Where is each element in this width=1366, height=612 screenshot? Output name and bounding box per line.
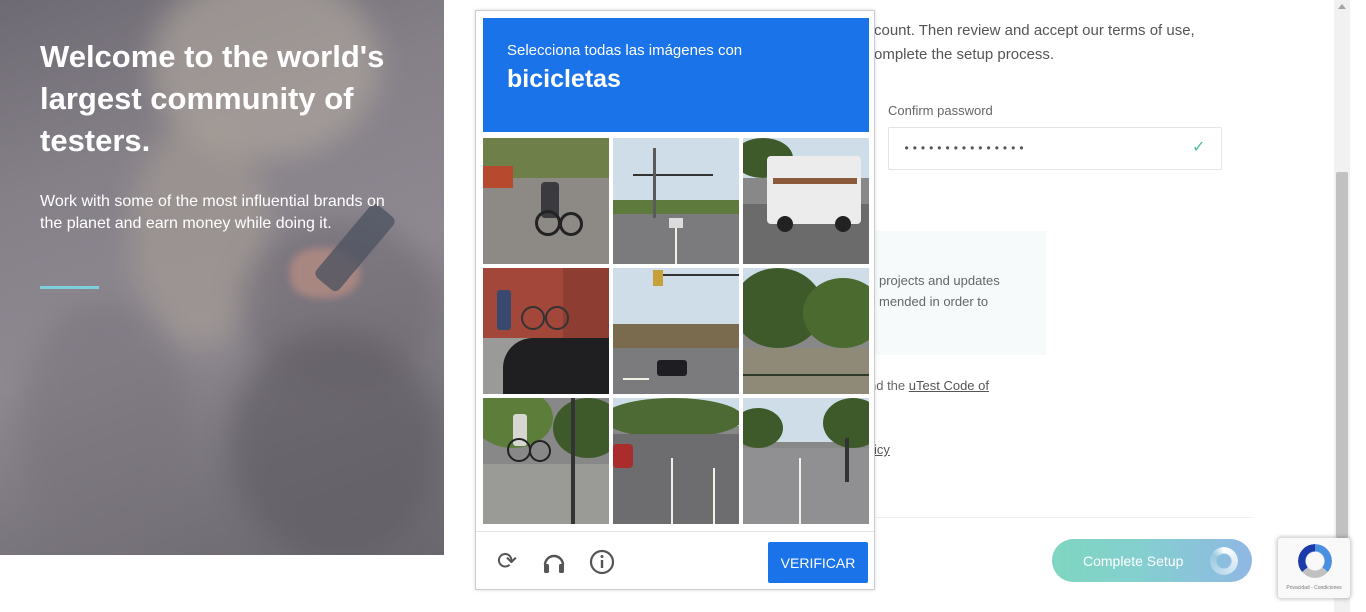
divider (844, 517, 1254, 518)
form-intro-line-2: omplete the setup process. (874, 46, 1055, 63)
page: Welcome to the world's largest community… (0, 0, 1366, 612)
privacy-policy-link[interactable]: icy (874, 442, 890, 457)
captcha-header: Selecciona todas las imágenes con bicicl… (483, 18, 869, 132)
headphones-icon[interactable] (541, 549, 567, 575)
info-text-line-2: mended in order to (879, 294, 989, 309)
agreement-text: nd the uTest Code of (869, 378, 989, 393)
info-icon[interactable] (589, 549, 615, 575)
hero-title: Welcome to the world's largest community… (40, 39, 385, 158)
captcha-tile-3[interactable] (743, 138, 869, 264)
hero-photo-shoulder (20, 300, 190, 555)
captcha-tile-5[interactable] (613, 268, 739, 394)
verify-button[interactable]: VERIFICAR (768, 542, 868, 583)
captcha-footer: ⟳ VERIFICAR (476, 531, 874, 589)
captcha-tile-9[interactable] (743, 398, 869, 524)
info-text-line-1: projects and updates (879, 273, 1000, 288)
captcha-tile-7[interactable] (483, 398, 609, 524)
hero-subtitle: Work with some of the most influential b… (40, 193, 385, 232)
scrollbar-thumb[interactable] (1336, 172, 1348, 538)
captcha-target-word: bicicletas (507, 65, 621, 93)
confirm-password-field[interactable]: ••••••••••••••• (888, 127, 1222, 170)
captcha-tile-8[interactable] (613, 398, 739, 524)
complete-setup-button[interactable]: Complete Setup (1052, 539, 1252, 582)
hero-panel: Welcome to the world's largest community… (0, 0, 444, 555)
captcha-instruction: Selecciona todas las imágenes con (507, 42, 743, 59)
captcha-image-grid (483, 138, 869, 524)
recaptcha-logo-icon (1298, 544, 1332, 578)
hero-accent-rule (40, 286, 99, 289)
hero-photo-jacket (230, 330, 440, 555)
captcha-tile-1[interactable] (483, 138, 609, 264)
scroll-up-arrow-icon[interactable] (1338, 4, 1346, 9)
spinner-icon (1210, 547, 1238, 575)
captcha-tile-6[interactable] (743, 268, 869, 394)
reload-icon[interactable]: ⟳ (494, 549, 520, 575)
captcha-dialog: Selecciona todas las imágenes con bicicl… (475, 10, 875, 590)
complete-setup-label: Complete Setup (1083, 552, 1184, 569)
recaptcha-badge-text: Privacidad - Condiciones (1286, 585, 1342, 591)
form-intro-line-1: count. Then review and accept our terms … (874, 22, 1195, 39)
confirm-password-label: Confirm password (888, 103, 993, 118)
recaptcha-badge[interactable]: Privacidad - Condiciones (1278, 538, 1350, 598)
captcha-tile-4[interactable] (483, 268, 609, 394)
check-icon: ✓ (1192, 139, 1206, 156)
code-of-conduct-link[interactable]: uTest Code of (909, 378, 989, 393)
captcha-tile-2[interactable] (613, 138, 739, 264)
